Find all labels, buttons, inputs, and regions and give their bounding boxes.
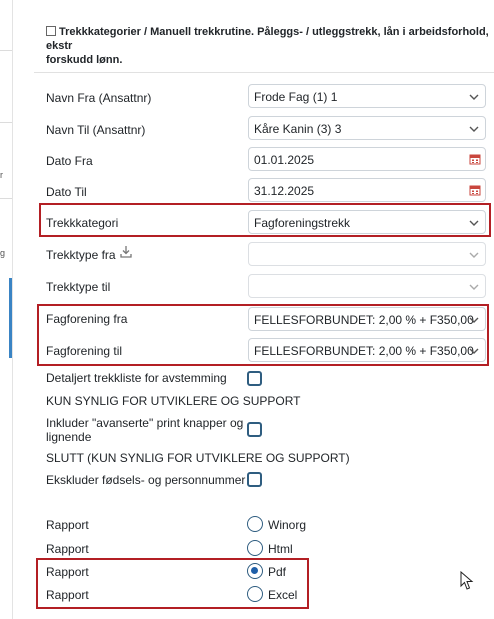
navn-fra-label: Navn Fra (Ansattnr) (46, 91, 152, 105)
radio-pdf[interactable] (247, 563, 263, 579)
nav-fragment[interactable]: g (0, 248, 12, 258)
chevron-down-icon (469, 126, 479, 132)
trekkkategori-select[interactable]: Fagforeningstrekk (248, 210, 486, 234)
navn-til-select[interactable]: Kåre Kanin (3) 3 (248, 116, 486, 140)
chevron-down-icon (469, 348, 479, 354)
left-nav-strip: r g (0, 0, 13, 619)
chevron-down-icon (469, 94, 479, 100)
trekktype-til-select[interactable] (248, 274, 486, 298)
ekskluder-label: Ekskluder fødsels- og personnummer (46, 473, 246, 487)
fagforening-til-label: Fagforening til (46, 344, 123, 358)
navn-fra-select[interactable]: Frode Fag (1) 1 (248, 84, 486, 108)
fagforening-fra-select[interactable]: FELLESFORBUNDET: 2,00 % + F350,00 (248, 307, 486, 331)
avanserte-label: Inkluder "avanserte" print knapper og li… (46, 416, 243, 444)
rapport-label: Rapport (46, 565, 89, 579)
radio-winorg-label[interactable]: Winorg (268, 518, 306, 532)
dato-til-value: 31.12.2025 (254, 184, 315, 198)
collapse-checkbox-icon[interactable] (46, 26, 56, 36)
separator (34, 72, 494, 73)
detaljert-checkbox[interactable] (247, 371, 262, 386)
ekskluder-checkbox[interactable] (247, 472, 262, 487)
navn-til-value: Kåre Kanin (3) 3 (254, 122, 342, 136)
radio-html[interactable] (247, 540, 263, 556)
dato-til-label: Dato Til (46, 185, 87, 199)
navn-til-label: Navn Til (Ansattnr) (46, 123, 146, 137)
chevron-down-icon (469, 317, 479, 323)
chevron-down-icon (469, 252, 479, 258)
chevron-down-icon (469, 220, 479, 226)
slutt-heading: SLUTT (KUN SYNLIG FOR UTVIKLERE OG SUPPO… (46, 451, 350, 465)
trekktype-fra-select[interactable] (248, 242, 486, 266)
navn-fra-value: Frode Fag (1) 1 (254, 90, 338, 104)
radio-html-label[interactable]: Html (268, 542, 293, 556)
nav-divider (0, 122, 12, 123)
nav-divider (0, 50, 12, 51)
nav-active-indicator (9, 278, 12, 358)
trekkkategori-label: Trekkkategori (46, 216, 119, 230)
dato-fra-value: 01.01.2025 (254, 153, 315, 167)
avanserte-checkbox[interactable] (247, 422, 262, 437)
nav-divider (0, 198, 12, 199)
trekktype-fra-label: Trekktype fra (46, 248, 116, 262)
trekktype-til-label: Trekktype til (46, 280, 111, 294)
detaljert-label: Detaljert trekkliste for avstemming (46, 371, 227, 385)
header-line-1: Trekkkategorier / Manuell trekkrutine. P… (46, 26, 489, 52)
mouse-cursor-icon (460, 571, 474, 590)
dato-fra-input[interactable]: 01.01.2025 (248, 147, 486, 171)
rapport-label: Rapport (46, 518, 89, 532)
fagforening-til-select[interactable]: FELLESFORBUNDET: 2,00 % + F350,00 (248, 338, 486, 362)
chevron-down-icon (469, 284, 479, 290)
fagforening-fra-label: Fagforening fra (46, 312, 128, 326)
radio-excel-label[interactable]: Excel (268, 588, 297, 602)
fagforening-til-value: FELLESFORBUNDET: 2,00 % + F350,00 (254, 344, 474, 358)
dato-til-input[interactable]: 31.12.2025 (248, 178, 486, 202)
radio-pdf-label[interactable]: Pdf (268, 565, 286, 579)
header-line-2: forskudd lønn. (46, 54, 123, 66)
section-header: Trekkkategorier / Manuell trekkrutine. P… (46, 25, 494, 67)
kun-synlig-heading: KUN SYNLIG FOR UTVIKLERE OG SUPPORT (46, 394, 301, 408)
download-icon[interactable] (119, 245, 133, 259)
avanserte-label-line-1: Inkluder "avanserte" print knapper og (46, 416, 244, 430)
rapport-label: Rapport (46, 542, 89, 556)
nav-fragment[interactable]: r (0, 170, 12, 180)
avanserte-label-line-2: lignende (46, 430, 92, 444)
rapport-label: Rapport (46, 588, 89, 602)
trekkkategori-value: Fagforeningstrekk (254, 216, 351, 230)
calendar-icon[interactable] (469, 184, 481, 196)
dato-fra-label: Dato Fra (46, 154, 93, 168)
calendar-icon[interactable] (469, 153, 481, 165)
fagforening-fra-value: FELLESFORBUNDET: 2,00 % + F350,00 (254, 313, 474, 327)
radio-excel[interactable] (247, 586, 263, 602)
radio-winorg[interactable] (247, 516, 263, 532)
